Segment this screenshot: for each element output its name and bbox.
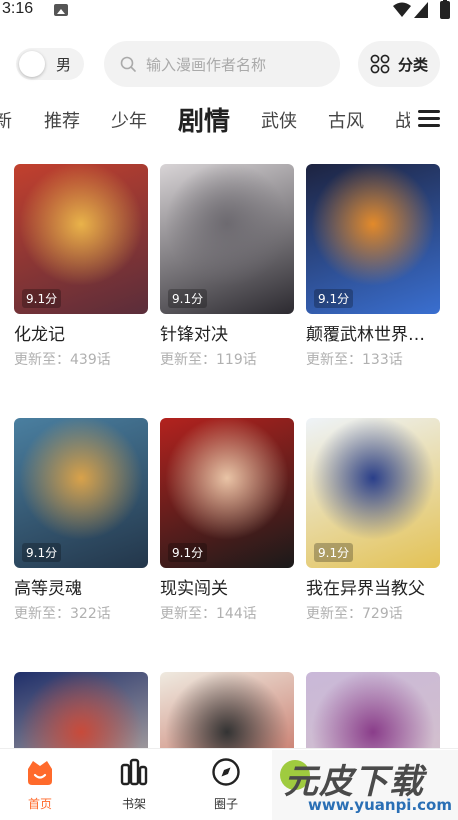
comic-title: 我在异界当教父 [306, 579, 425, 599]
menu-icon[interactable] [418, 110, 440, 128]
tab-ancient[interactable]: 古风 [328, 107, 364, 133]
tab-partial-left[interactable]: 新 [0, 107, 12, 133]
comic-card[interactable]: 9.1分 现实闯关 更新至：144话 [160, 418, 294, 623]
comic-card[interactable]: 9.1分 高等灵魂 更新至：322话 [14, 418, 148, 623]
toggle-knob [19, 51, 45, 77]
battery-icon [440, 0, 450, 19]
status-time: 3:16 [2, 0, 34, 17]
comic-update: 更新至：322话 [14, 606, 111, 622]
nav-home[interactable]: 首页 [0, 749, 80, 820]
tab-partial-right[interactable]: 战 [395, 107, 410, 133]
comic-card[interactable]: 9.1分 颠覆武林世界… 更新至：133话 [306, 164, 440, 369]
score-badge: 9.1分 [22, 543, 62, 562]
comic-title: 现实闯关 [160, 579, 228, 599]
grid-icon [370, 54, 390, 74]
search-input[interactable]: 输入漫画作者名称 [104, 41, 340, 87]
comic-title: 针锋对决 [160, 325, 228, 345]
search-icon [120, 56, 136, 72]
score-badge: 9.1分 [314, 543, 354, 562]
score-badge: 9.1分 [168, 543, 208, 562]
comic-title: 颠覆武林世界… [306, 325, 425, 345]
comic-cover[interactable]: 9.1分 [306, 164, 440, 314]
search-placeholder: 输入漫画作者名称 [146, 56, 267, 74]
nav-home-label: 首页 [27, 797, 52, 811]
comic-update: 更新至：144话 [160, 606, 257, 622]
score-badge: 9.1分 [22, 289, 62, 308]
comic-update: 更新至：729话 [306, 606, 403, 622]
tab-shonen[interactable]: 少年 [111, 107, 147, 133]
comic-update: 更新至：119话 [160, 352, 257, 368]
compass-icon [212, 758, 240, 786]
watermark: 元皮下载 www.yuanpi.com [272, 750, 458, 820]
nav-bookshelf-label: 书架 [121, 797, 146, 811]
category-label: 分类 [398, 56, 429, 74]
comic-title: 化龙记 [14, 325, 65, 345]
nav-circle-label: 圈子 [213, 797, 238, 811]
watermark-url: www.yuanpi.com [308, 796, 452, 814]
category-button[interactable]: 分类 [358, 41, 440, 87]
score-badge: 9.1分 [168, 289, 208, 308]
comic-cover[interactable]: 9.1分 [14, 164, 148, 314]
comic-update: 更新至：439话 [14, 352, 111, 368]
comic-cover[interactable]: 9.1分 [160, 418, 294, 568]
tab-wuxia[interactable]: 武侠 [261, 107, 297, 133]
signal-icon [414, 2, 428, 18]
nav-circle[interactable]: 圈子 [186, 749, 266, 820]
comic-card[interactable]: 9.1分 化龙记 更新至：439话 [14, 164, 148, 369]
gender-label: 男 [56, 56, 72, 74]
status-bar: 3:16 [0, 0, 458, 22]
tab-drama[interactable]: 剧情 [178, 101, 230, 138]
nav-bookshelf[interactable]: 书架 [94, 749, 174, 820]
wifi-icon [393, 2, 411, 17]
score-badge: 9.1分 [314, 289, 354, 308]
comic-cover[interactable]: 9.1分 [14, 418, 148, 568]
tab-recommend[interactable]: 推荐 [44, 107, 80, 133]
image-notification-icon [54, 4, 68, 16]
comic-title: 高等灵魂 [14, 579, 82, 599]
comic-cover[interactable]: 9.1分 [306, 418, 440, 568]
genre-tabs: 新 推荐 少年 剧情 武侠 古风 战 [0, 96, 410, 142]
comic-card[interactable]: 9.1分 针锋对决 更新至：119话 [160, 164, 294, 369]
comic-update: 更新至：133话 [306, 352, 403, 368]
gender-toggle[interactable]: 男 [16, 48, 84, 80]
bookshelf-icon [120, 758, 148, 786]
home-icon [28, 761, 52, 785]
comic-card[interactable]: 9.1分 我在异界当教父 更新至：729话 [306, 418, 440, 623]
comic-cover[interactable]: 9.1分 [160, 164, 294, 314]
